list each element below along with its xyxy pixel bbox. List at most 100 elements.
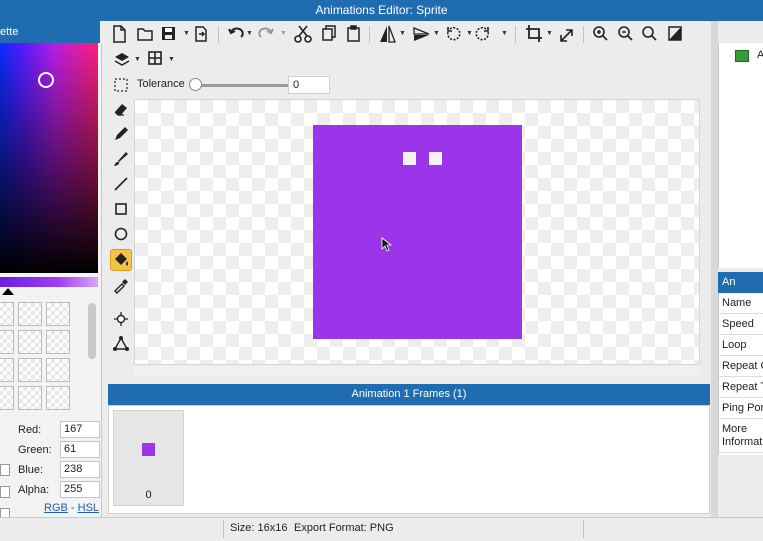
copy-icon[interactable] bbox=[322, 25, 336, 41]
crop-icon[interactable] bbox=[526, 25, 542, 42]
property-loop[interactable]: Loop bbox=[719, 335, 763, 356]
property-speed[interactable]: Speed bbox=[719, 314, 763, 335]
flip-horizontal-icon[interactable] bbox=[380, 25, 396, 43]
mouse-cursor-icon bbox=[381, 237, 393, 252]
rotate-right-caret-icon[interactable]: ▼ bbox=[501, 30, 508, 37]
paste-icon[interactable] bbox=[347, 25, 360, 42]
zoom-in-icon[interactable] bbox=[593, 26, 608, 41]
status-divider bbox=[583, 520, 584, 538]
panel-splitter[interactable] bbox=[711, 21, 718, 517]
eyedropper-icon[interactable] bbox=[110, 274, 132, 296]
frame-thumbnail bbox=[142, 443, 155, 456]
palette-scrollbar[interactable] bbox=[88, 303, 96, 359]
status-size: Size: 16x16 bbox=[230, 522, 288, 534]
export-icon[interactable] bbox=[195, 26, 207, 42]
undo-menu-caret-icon[interactable]: ▼ bbox=[246, 30, 253, 37]
undo-icon[interactable] bbox=[228, 27, 244, 38]
properties-header: An bbox=[718, 272, 763, 293]
ellipse-icon[interactable] bbox=[110, 223, 132, 245]
sprite-image[interactable] bbox=[313, 125, 522, 339]
save-icon[interactable] bbox=[162, 27, 175, 40]
save-menu-caret-icon[interactable]: ▼ bbox=[183, 30, 190, 37]
palette-panel: Red: 167 Green: 61 Blue: 238 Alpha: 255 … bbox=[0, 43, 102, 541]
pencil-icon[interactable] bbox=[110, 123, 132, 145]
swatch[interactable] bbox=[0, 358, 14, 382]
zoom-out-icon[interactable] bbox=[618, 26, 633, 41]
flip-vertical-icon[interactable] bbox=[413, 27, 430, 41]
status-bar: Size: 16x16 Export Format: PNG bbox=[0, 517, 763, 541]
rotate-right-icon[interactable] bbox=[475, 26, 490, 41]
frame-card[interactable]: 0 bbox=[113, 410, 184, 506]
frame-number: 0 bbox=[145, 489, 152, 501]
swatch[interactable] bbox=[46, 330, 70, 354]
color-field[interactable] bbox=[0, 43, 98, 273]
blue-input[interactable]: 238 bbox=[60, 461, 100, 478]
redo-menu-caret-icon[interactable]: ▼ bbox=[280, 30, 287, 37]
rectangle-icon[interactable] bbox=[110, 198, 132, 220]
tolerance-slider-thumb[interactable] bbox=[189, 78, 202, 91]
checkbox[interactable] bbox=[0, 464, 10, 476]
open-folder-icon[interactable] bbox=[137, 28, 153, 41]
swatch[interactable] bbox=[18, 386, 42, 410]
sprite-eye-left bbox=[403, 152, 416, 165]
grid-icon[interactable] bbox=[148, 51, 162, 65]
swatch[interactable] bbox=[0, 302, 14, 326]
pivot-icon[interactable] bbox=[110, 308, 132, 330]
window-title: Animations Editor: Sprite bbox=[0, 0, 763, 21]
rgb-mode-link[interactable]: RGB bbox=[44, 502, 68, 514]
red-input[interactable]: 167 bbox=[60, 421, 100, 438]
alpha-input[interactable]: 255 bbox=[60, 481, 100, 498]
line-icon[interactable] bbox=[110, 173, 132, 195]
swatch[interactable] bbox=[46, 302, 70, 326]
redo-icon[interactable] bbox=[258, 27, 274, 38]
hsl-mode-link[interactable]: HSL bbox=[78, 502, 99, 514]
grid-caret-icon[interactable]: ▼ bbox=[168, 56, 175, 63]
blue-row: Blue: 238 bbox=[18, 461, 100, 479]
tolerance-input[interactable]: 0 bbox=[288, 76, 330, 94]
swatch[interactable] bbox=[0, 330, 14, 354]
swatch[interactable] bbox=[46, 358, 70, 382]
cut-icon[interactable] bbox=[294, 25, 312, 43]
green-input[interactable]: 61 bbox=[60, 441, 100, 458]
tolerance-slider-track[interactable] bbox=[195, 84, 289, 87]
zoom-fit-icon[interactable] bbox=[642, 26, 657, 41]
crop-caret-icon[interactable]: ▼ bbox=[546, 30, 553, 37]
swatch[interactable] bbox=[18, 358, 42, 382]
rotate-left-icon[interactable] bbox=[446, 26, 461, 41]
resize-icon[interactable] bbox=[560, 29, 573, 42]
property-ping-pong[interactable]: Ping Pon bbox=[719, 398, 763, 419]
property-name[interactable]: Name bbox=[719, 293, 763, 314]
swatch[interactable] bbox=[46, 386, 70, 410]
red-label: Red: bbox=[18, 424, 42, 436]
checkbox[interactable] bbox=[0, 486, 10, 498]
hue-slider-arrow-icon[interactable] bbox=[2, 288, 14, 295]
selection-marquee-icon[interactable] bbox=[114, 78, 128, 92]
property-repeat-type[interactable]: Repeat T bbox=[719, 377, 763, 398]
fill-bucket-button[interactable] bbox=[110, 249, 132, 271]
animation-list-item[interactable]: A bbox=[735, 49, 763, 63]
rotate-left-caret-icon[interactable]: ▼ bbox=[466, 30, 473, 37]
brush-icon[interactable] bbox=[110, 148, 132, 170]
green-label: Green: bbox=[18, 444, 52, 456]
eraser-icon[interactable] bbox=[110, 98, 132, 120]
layers-caret-icon[interactable]: ▼ bbox=[134, 56, 141, 63]
tolerance-label: Tolerance bbox=[137, 78, 185, 90]
layers-icon[interactable] bbox=[114, 53, 130, 66]
property-repeat-count[interactable]: Repeat C bbox=[719, 356, 763, 377]
swatch[interactable] bbox=[18, 330, 42, 354]
property-more-information[interactable]: More Informati bbox=[719, 419, 763, 453]
main-toolbar: ▼ ▼ ▼ ▼ ▼ ▼ ▼ ▼ ▼ ▼ bbox=[105, 21, 711, 71]
alpha-row: Alpha: 255 bbox=[18, 481, 100, 499]
flip-v-menu-caret-icon[interactable]: ▼ bbox=[433, 30, 440, 37]
hue-slider[interactable] bbox=[0, 277, 98, 287]
flip-h-menu-caret-icon[interactable]: ▼ bbox=[399, 30, 406, 37]
color-picker-ring[interactable] bbox=[38, 72, 54, 88]
swatch[interactable] bbox=[0, 386, 14, 410]
frames-panel: 0 bbox=[108, 405, 710, 514]
frames-header: Animation 1 Frames (1) bbox=[108, 384, 710, 405]
new-file-icon[interactable] bbox=[113, 25, 126, 43]
path-icon[interactable] bbox=[110, 333, 132, 355]
transparency-icon[interactable] bbox=[668, 26, 682, 41]
swatch[interactable] bbox=[18, 302, 42, 326]
canvas-horizontal-scrollbar[interactable] bbox=[134, 366, 700, 376]
